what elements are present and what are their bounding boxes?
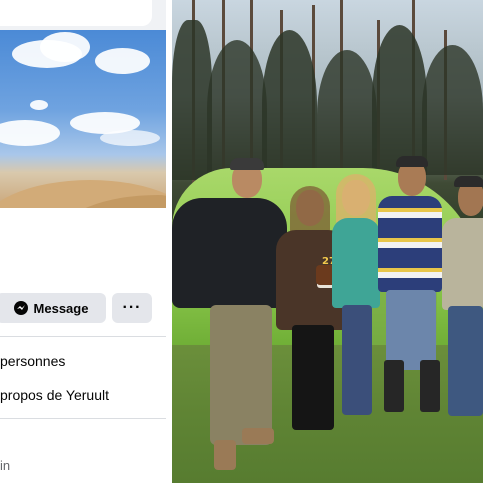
partial-text: in	[0, 458, 11, 473]
message-button-label: Message	[33, 300, 89, 316]
followers-text[interactable]: personnes	[0, 353, 65, 369]
message-button[interactable]: Message	[0, 293, 106, 323]
about-link[interactable]: propos de Yeruult	[0, 387, 109, 403]
messenger-icon	[13, 301, 28, 315]
top-bar	[0, 0, 152, 26]
profile-card	[0, 208, 166, 483]
cover-photo[interactable]	[0, 30, 166, 208]
group-photo: 27	[172, 0, 483, 483]
divider	[0, 336, 166, 337]
more-icon: ···	[122, 299, 142, 316]
more-options-button[interactable]: ···	[112, 293, 152, 323]
divider	[0, 418, 166, 419]
profile-panel: Message ··· personnes propos de Yeruult …	[0, 0, 166, 483]
